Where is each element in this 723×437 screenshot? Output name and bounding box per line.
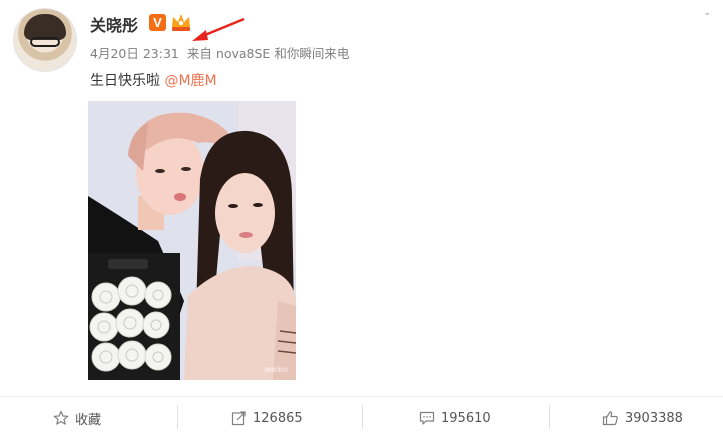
- source-prefix: 来自: [186, 46, 212, 61]
- like-count: 3903388: [625, 410, 683, 426]
- divider: [549, 405, 550, 429]
- share-icon: [231, 410, 247, 426]
- post-body: 生日快乐啦: [90, 73, 165, 89]
- post-time[interactable]: 23:31: [143, 46, 179, 61]
- photo-watermark: weibo: [264, 365, 288, 374]
- post-text: 生日快乐啦 @M鹿M: [90, 70, 217, 90]
- repost-button[interactable]: 126865: [231, 405, 303, 431]
- chevron-down-icon[interactable]: ⌄: [703, 8, 711, 18]
- comment-icon: [419, 410, 435, 426]
- selfie-illustration: [88, 101, 296, 380]
- post-meta: 4月20日 23:31 来自 nova8SE 和你瞬间来电: [90, 43, 353, 62]
- source-device[interactable]: nova8SE: [216, 46, 270, 61]
- divider: [362, 405, 363, 429]
- verified-badge-icon: V: [149, 14, 166, 31]
- avatar-glasses: [30, 37, 60, 47]
- post-date[interactable]: 4月20日: [90, 46, 139, 61]
- source-suffix: 和你瞬间来电: [274, 46, 350, 61]
- repost-count: 126865: [253, 410, 303, 426]
- star-icon: [53, 410, 69, 426]
- mention-link[interactable]: @M鹿M: [164, 73, 216, 89]
- comment-button[interactable]: 195610: [419, 405, 491, 431]
- favorite-label: 收藏: [75, 412, 102, 428]
- thumbs-up-icon: [602, 410, 619, 426]
- author-name[interactable]: 关晓彤: [90, 12, 138, 36]
- avatar[interactable]: [13, 8, 77, 72]
- comment-count: 195610: [441, 410, 491, 426]
- red-arrow-annotation: [192, 17, 245, 41]
- favorite-button[interactable]: 收藏: [53, 405, 101, 431]
- action-bar: 收藏 126865 195610 3903388: [0, 396, 723, 437]
- divider: [177, 405, 178, 429]
- like-button[interactable]: 3903388: [602, 405, 683, 431]
- post-photo[interactable]: weibo: [88, 101, 296, 380]
